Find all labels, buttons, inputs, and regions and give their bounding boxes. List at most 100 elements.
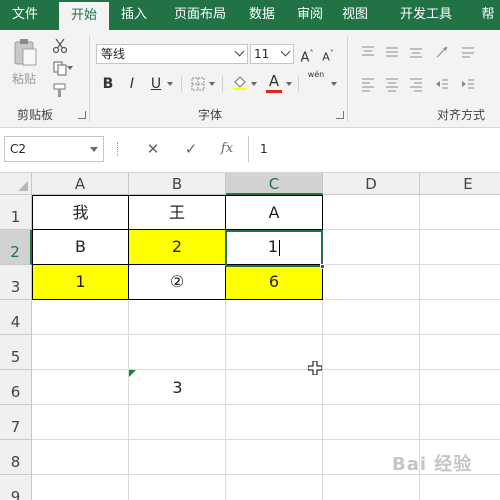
formula-bar: C2 ✕ ✓ fx 1 [0,128,500,173]
orientation-icon[interactable] [434,44,450,60]
align-center-icon[interactable] [384,76,400,92]
underline-dropdown-icon[interactable] [166,80,174,88]
tab-help[interactable]: 帮 [468,0,500,30]
cut-icon[interactable] [52,38,68,54]
fill-color-icon[interactable] [232,74,248,90]
insert-function-icon[interactable]: fx [214,138,240,160]
row-header-6[interactable]: 6 [0,370,32,405]
chevron-down-icon [280,46,291,57]
enter-icon[interactable]: ✓ [178,138,204,160]
tab-review[interactable]: 审阅 [288,0,332,30]
underline-button[interactable]: U [148,74,164,94]
borders-dropdown-icon[interactable] [208,80,216,88]
row-number: 3 [10,278,21,296]
tab-developer[interactable]: 开发工具 [387,0,465,30]
row-number: 7 [10,418,21,436]
phonetic-guide-button[interactable]: wén [305,70,327,90]
column-header-d[interactable]: D [323,173,420,195]
row-header-4[interactable]: 4 [0,300,32,335]
bold-button[interactable]: B [100,74,116,94]
cell-b6[interactable]: 3 [129,370,226,405]
font-color-dropdown-icon[interactable] [285,80,293,88]
row-number: 6 [10,383,21,401]
formula-input[interactable]: 1 [248,136,500,162]
phonetic-guide-icon: wén [307,70,325,79]
row-header-8[interactable]: 8 [0,440,32,475]
formula-bar-grip[interactable] [117,142,119,156]
gridline [32,334,500,335]
tab-page-layout[interactable]: 页面布局 [160,0,240,30]
active-cell-outline [225,230,323,267]
italic-button[interactable]: I [124,74,140,94]
cell-c3[interactable]: 6 [225,264,323,300]
cell-b1[interactable]: 王 [128,195,226,230]
tab-file[interactable]: 文件 [0,0,50,30]
column-header-b[interactable]: B [129,173,226,195]
font-name-select[interactable]: 等线 [96,44,248,64]
fill-color-dropdown-icon[interactable] [250,80,258,88]
copy-dropdown-icon[interactable] [66,64,74,72]
cell-a2[interactable]: B [32,229,129,265]
cancel-icon[interactable]: ✕ [140,138,166,160]
tab-data[interactable]: 数据 [240,0,284,30]
row-header-5[interactable]: 5 [0,335,32,370]
align-left-icon[interactable] [360,76,376,92]
gridline [32,439,500,440]
cell-b3[interactable]: ② [128,264,226,300]
font-launcher-icon[interactable] [336,111,344,119]
cell-b2[interactable]: 2 [128,229,226,265]
name-box[interactable]: C2 [4,136,104,162]
row-header-3[interactable]: 3 [0,265,32,300]
tab-home[interactable]: 开始 [59,2,109,30]
toolbar-divider [222,76,223,92]
tab-insert[interactable]: 插入 [109,0,159,30]
shrink-font-button[interactable]: A˅ [320,44,336,64]
ribbon-home: 粘贴 剪贴板 等线 11 A˄ A˅ B I U A wén 字体 对齐方式 [0,30,500,128]
row-header-2[interactable]: 2 [0,230,32,265]
grow-font-button[interactable]: A˄ [299,44,315,65]
row-number: 1 [10,208,21,226]
row-header-7[interactable]: 7 [0,405,32,440]
error-indicator-icon[interactable] [129,370,136,377]
row-header-9[interactable]: 9 [0,475,32,500]
gridline [32,404,500,405]
select-all-button[interactable] [0,173,32,195]
clipboard-launcher-icon[interactable] [78,111,86,119]
tab-view[interactable]: 视图 [333,0,377,30]
select-all-icon [18,181,28,191]
cell-c1[interactable]: A [225,195,323,230]
chevron-down-icon [234,46,245,57]
column-header-c[interactable]: C [226,173,323,195]
font-size-select[interactable]: 11 [250,44,294,64]
paste-label: 粘贴 [12,72,37,86]
fill-handle[interactable] [320,264,325,269]
name-box-value: C2 [10,142,27,156]
clipboard-group-label: 剪贴板 [17,108,54,122]
row-number: 9 [10,488,21,500]
group-divider [347,36,348,122]
font-color-button[interactable]: A [266,71,282,91]
align-right-icon[interactable] [408,76,424,92]
align-bottom-icon[interactable] [408,44,424,60]
toolbar-divider [298,76,299,92]
borders-icon[interactable] [190,76,206,92]
row-number: 4 [10,313,21,331]
align-top-icon[interactable] [360,44,376,60]
align-middle-icon[interactable] [384,44,400,60]
row-number: 8 [10,453,21,471]
group-divider [89,36,90,122]
cell-a1[interactable]: 我 [32,195,129,230]
wrap-text-icon[interactable] [460,44,476,60]
phonetic-dropdown-icon[interactable] [330,80,338,88]
font-name-value: 等线 [101,47,126,61]
column-header-a[interactable]: A [32,173,129,195]
cell-a3[interactable]: 1 [32,264,129,300]
format-painter-icon[interactable] [52,82,68,98]
increase-indent-icon[interactable] [460,76,476,92]
chevron-down-icon [90,147,98,152]
column-header-e[interactable]: E [420,173,500,195]
row-header-1[interactable]: 1 [0,195,32,230]
worksheet-grid[interactable]: A B C D E 1 2 3 4 5 6 7 8 9 我 王 A B 2 1 … [0,173,500,500]
decrease-indent-icon[interactable] [434,76,450,92]
toolbar-divider [181,76,182,92]
